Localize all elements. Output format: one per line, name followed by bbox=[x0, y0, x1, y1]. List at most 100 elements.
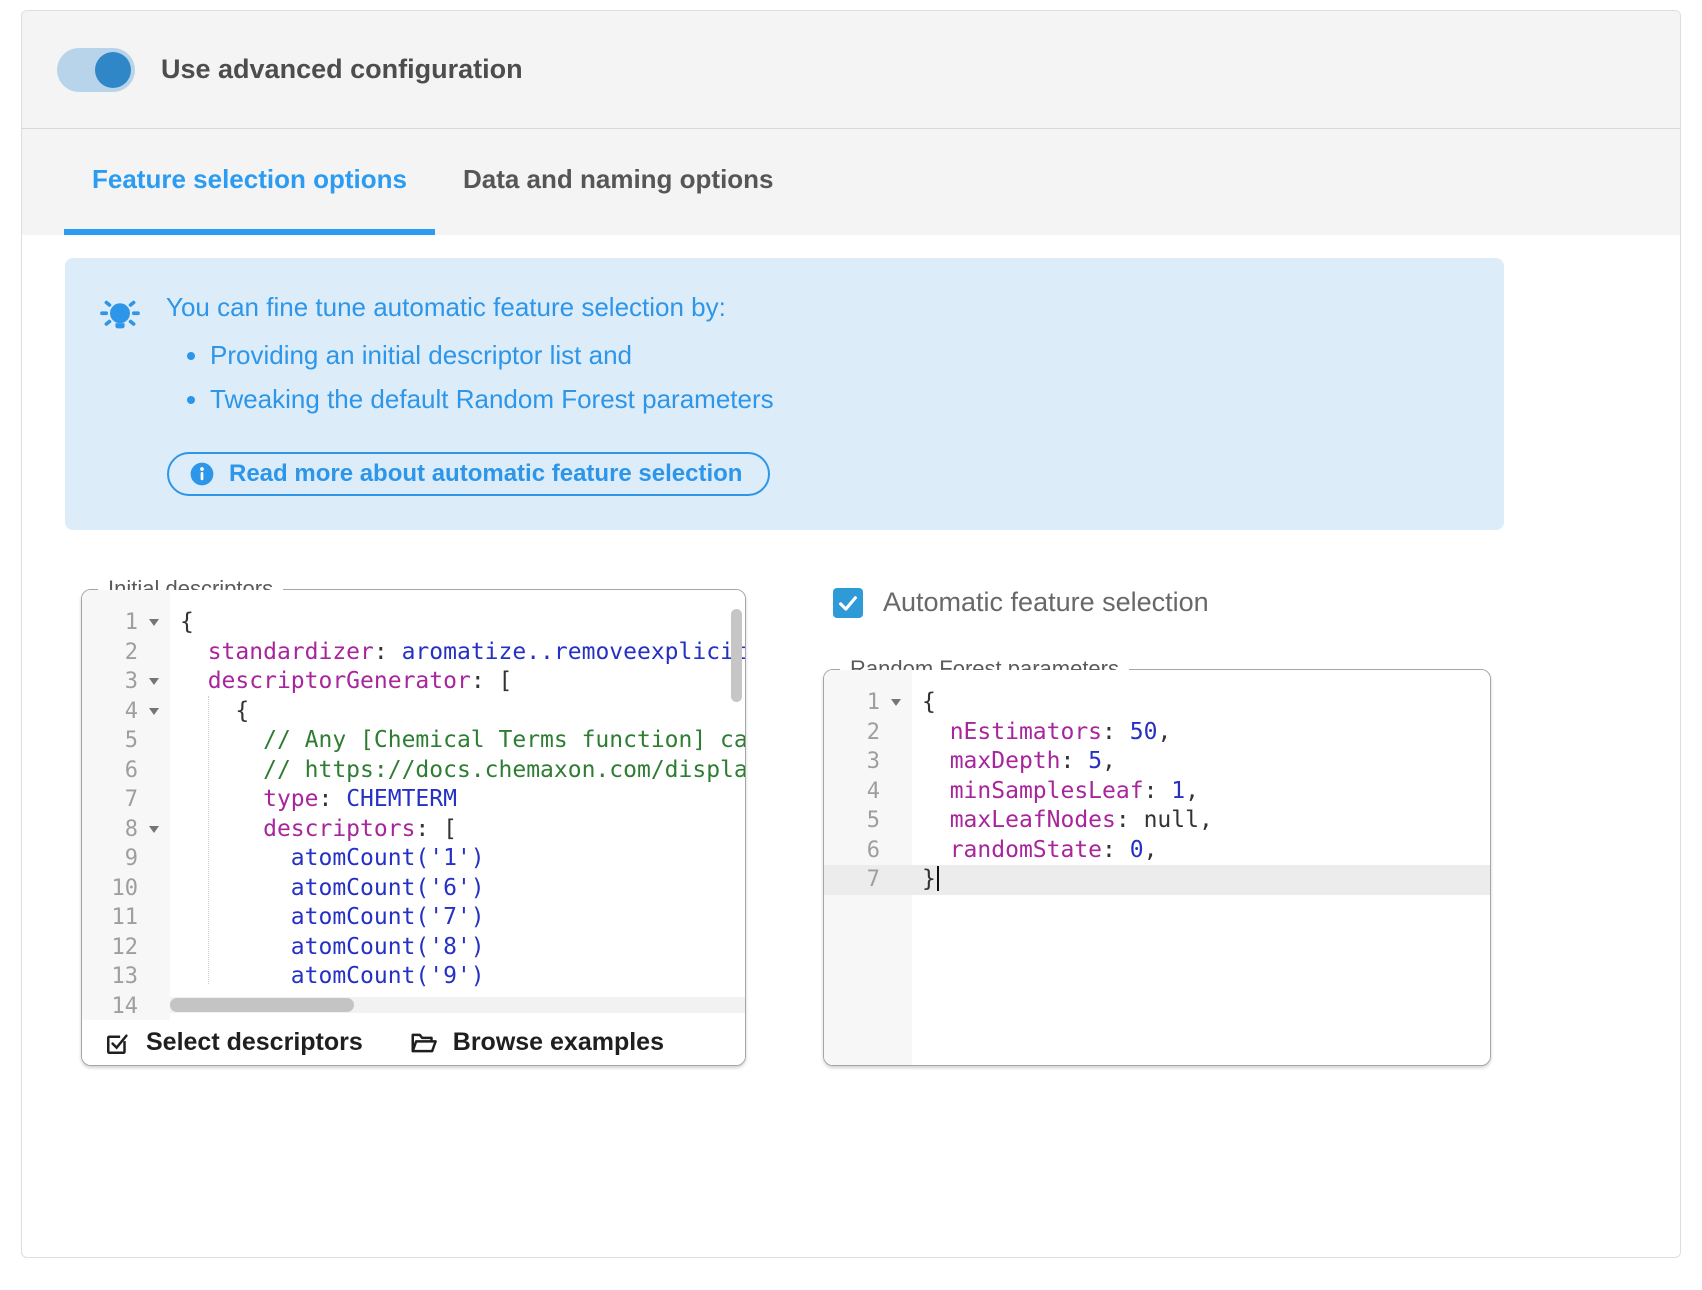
code-text: maxDepth: 5, bbox=[912, 747, 1116, 777]
editor-button-row: Select descriptors Browse examples bbox=[82, 1020, 745, 1065]
code-text: atomCount('7') bbox=[170, 903, 485, 933]
fold-gutter bbox=[880, 747, 912, 777]
line-number: 8 bbox=[82, 815, 138, 845]
fold-gutter bbox=[880, 806, 912, 836]
advanced-config-toggle[interactable] bbox=[57, 48, 135, 92]
checkbox-check-icon bbox=[102, 1028, 132, 1058]
code-text: descriptorGenerator: [ bbox=[170, 667, 512, 697]
fold-gutter bbox=[138, 785, 170, 815]
fold-arrow-icon[interactable] bbox=[138, 608, 170, 638]
code-line[interactable]: 3 maxDepth: 5, bbox=[824, 747, 1490, 777]
info-bullet: Tweaking the default Random Forest param… bbox=[210, 377, 774, 421]
fold-gutter bbox=[880, 836, 912, 866]
line-number: 10 bbox=[82, 874, 138, 904]
browse-examples-label: Browse examples bbox=[453, 1028, 664, 1057]
line-number: 2 bbox=[82, 638, 138, 668]
fold-gutter bbox=[880, 777, 912, 807]
line-number: 1 bbox=[82, 608, 138, 638]
line-number: 4 bbox=[82, 697, 138, 727]
tab-content: You can fine tune automatic feature sele… bbox=[22, 235, 1680, 1253]
fold-gutter bbox=[138, 726, 170, 756]
code-line[interactable]: 7} bbox=[824, 865, 1490, 895]
line-number: 6 bbox=[824, 836, 880, 866]
code-text: { bbox=[170, 697, 249, 727]
line-number: 7 bbox=[82, 785, 138, 815]
code-line[interactable]: 5 maxLeafNodes: null, bbox=[824, 806, 1490, 836]
advanced-configuration-card: Use advanced configuration Feature selec… bbox=[21, 10, 1681, 1258]
browse-examples-button[interactable]: Browse examples bbox=[409, 1028, 664, 1058]
fold-gutter bbox=[138, 844, 170, 874]
folder-open-icon bbox=[409, 1028, 439, 1058]
initial-descriptors-panel: Initial descriptors 1{2 standardizer: ar… bbox=[81, 589, 746, 1066]
code-line[interactable]: 4 minSamplesLeaf: 1, bbox=[824, 777, 1490, 807]
code-line[interactable]: 6 // https://docs.chemaxon.com/displa bbox=[82, 756, 745, 786]
code-text: type: CHEMTERM bbox=[170, 785, 457, 815]
toggle-row: Use advanced configuration bbox=[22, 11, 1680, 128]
code-line[interactable]: 9 atomCount('1') bbox=[82, 844, 745, 874]
code-text: // Any [Chemical Terms function] ca bbox=[170, 726, 745, 756]
code-text: minSamplesLeaf: 1, bbox=[912, 777, 1199, 807]
random-forest-parameters-editor[interactable]: 1{2 nEstimators: 50,3 maxDepth: 5,4 minS… bbox=[824, 670, 1490, 1065]
tab-feature-selection-options[interactable]: Feature selection options bbox=[64, 129, 435, 235]
code-text: } bbox=[912, 865, 939, 895]
code-line[interactable]: 2 standardizer: aromatize..removeexplici… bbox=[82, 638, 745, 668]
vertical-scrollbar[interactable] bbox=[731, 609, 742, 702]
select-descriptors-label: Select descriptors bbox=[146, 1028, 363, 1057]
fold-gutter bbox=[138, 962, 170, 992]
info-box: You can fine tune automatic feature sele… bbox=[65, 258, 1504, 530]
code-line[interactable]: 5 // Any [Chemical Terms function] ca bbox=[82, 726, 745, 756]
code-line[interactable]: 1{ bbox=[82, 608, 745, 638]
horizontal-scrollbar-thumb[interactable] bbox=[170, 998, 354, 1012]
fold-arrow-icon[interactable] bbox=[880, 688, 912, 718]
line-number: 2 bbox=[824, 718, 880, 748]
fold-arrow-icon[interactable] bbox=[138, 667, 170, 697]
code-line[interactable]: 10 atomCount('6') bbox=[82, 874, 745, 904]
code-text: standardizer: aromatize..removeexplicit bbox=[170, 638, 745, 668]
info-title: You can fine tune automatic feature sele… bbox=[166, 292, 774, 323]
initial-descriptors-editor[interactable]: 1{2 standardizer: aromatize..removeexpli… bbox=[82, 590, 745, 1022]
code-line[interactable]: 11 atomCount('7') bbox=[82, 903, 745, 933]
line-number: 5 bbox=[824, 806, 880, 836]
fold-gutter bbox=[138, 992, 170, 1022]
line-number: 3 bbox=[824, 747, 880, 777]
code-line[interactable]: 4 { bbox=[82, 697, 745, 727]
horizontal-scrollbar-track[interactable] bbox=[170, 997, 745, 1013]
line-number: 1 bbox=[824, 688, 880, 718]
code-line[interactable]: 7 type: CHEMTERM bbox=[82, 785, 745, 815]
line-number: 4 bbox=[824, 777, 880, 807]
line-number: 11 bbox=[82, 903, 138, 933]
code-text: randomState: 0, bbox=[912, 836, 1157, 866]
code-line[interactable]: 1{ bbox=[824, 688, 1490, 718]
fold-gutter bbox=[138, 874, 170, 904]
code-text: atomCount('6') bbox=[170, 874, 485, 904]
fold-arrow-icon[interactable] bbox=[138, 815, 170, 845]
code-line[interactable]: 2 nEstimators: 50, bbox=[824, 718, 1490, 748]
line-number: 5 bbox=[82, 726, 138, 756]
fold-gutter bbox=[138, 903, 170, 933]
code-line[interactable]: 12 atomCount('8') bbox=[82, 933, 745, 963]
automatic-feature-selection-row: Automatic feature selection bbox=[833, 587, 1209, 618]
code-text: atomCount('8') bbox=[170, 933, 485, 963]
line-number: 3 bbox=[82, 667, 138, 697]
tab-bar: Feature selection options Data and namin… bbox=[22, 129, 1680, 235]
line-number: 12 bbox=[82, 933, 138, 963]
info-bullet-list: Providing an initial descriptor list and… bbox=[210, 333, 774, 421]
code-line[interactable]: 6 randomState: 0, bbox=[824, 836, 1490, 866]
automatic-feature-selection-checkbox[interactable] bbox=[833, 588, 863, 618]
code-line[interactable]: 13 atomCount('9') bbox=[82, 962, 745, 992]
text-cursor bbox=[937, 866, 939, 891]
info-circle-icon bbox=[189, 461, 215, 487]
code-text: { bbox=[912, 688, 936, 718]
fold-gutter bbox=[880, 865, 912, 895]
code-text: atomCount('9') bbox=[170, 962, 485, 992]
line-number: 7 bbox=[824, 865, 880, 895]
code-line[interactable]: 8 descriptors: [ bbox=[82, 815, 745, 845]
select-descriptors-button[interactable]: Select descriptors bbox=[102, 1028, 363, 1058]
line-number: 9 bbox=[82, 844, 138, 874]
tab-data-and-naming-options[interactable]: Data and naming options bbox=[435, 129, 802, 235]
code-text: descriptors: [ bbox=[170, 815, 457, 845]
read-more-button[interactable]: Read more about automatic feature select… bbox=[167, 452, 770, 496]
info-bullet: Providing an initial descriptor list and bbox=[210, 333, 774, 377]
code-line[interactable]: 3 descriptorGenerator: [ bbox=[82, 667, 745, 697]
fold-arrow-icon[interactable] bbox=[138, 697, 170, 727]
